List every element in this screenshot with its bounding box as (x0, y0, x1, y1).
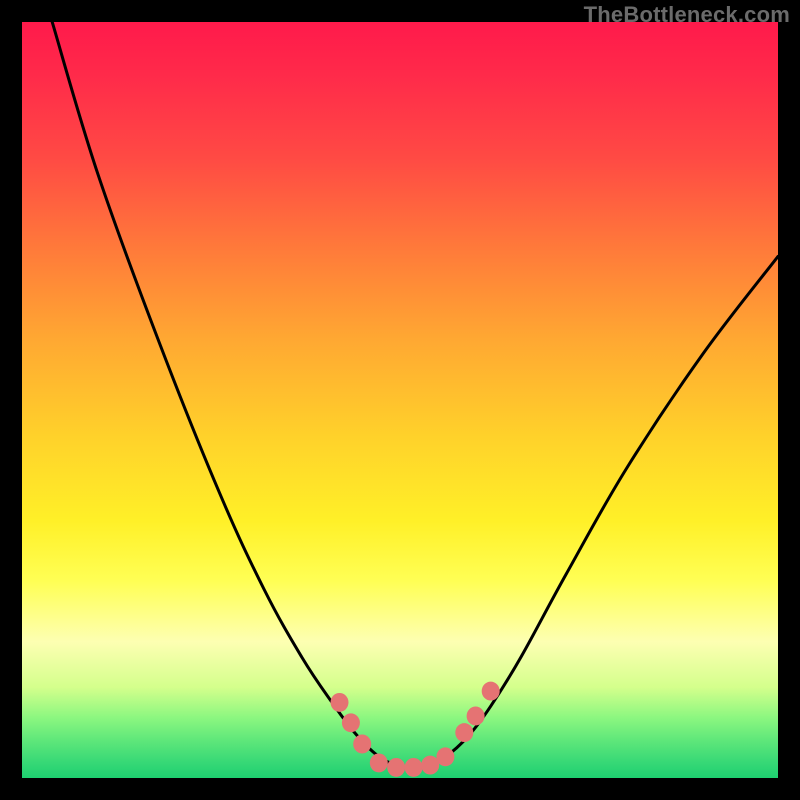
curve-marker (482, 682, 500, 701)
curve-marker (353, 735, 371, 754)
curve-marker (387, 758, 405, 777)
bottleneck-curve (52, 22, 778, 769)
curve-marker (455, 723, 473, 742)
curve-marker (405, 758, 423, 777)
curve-marker (370, 753, 388, 772)
curve-marker (331, 693, 349, 712)
chart-frame: TheBottleneck.com (0, 0, 800, 800)
curve-marker (421, 756, 439, 775)
chart-svg (22, 22, 778, 778)
watermark-text: TheBottleneck.com (584, 2, 790, 28)
curve-marker (467, 707, 485, 726)
curve-marker (436, 747, 454, 766)
plot-area (22, 22, 778, 778)
curve-marker (342, 713, 360, 732)
